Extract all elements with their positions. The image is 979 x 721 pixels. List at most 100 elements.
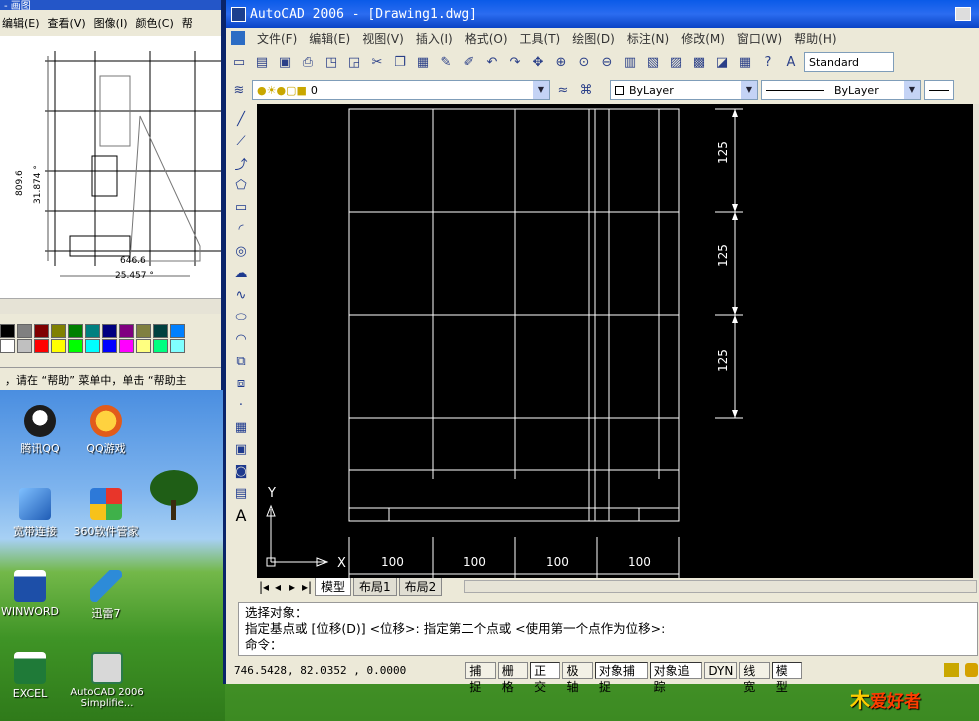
doc-icon[interactable] [231, 31, 245, 45]
zoom-previous-icon[interactable]: ⊖ [597, 52, 617, 72]
copy-icon[interactable]: ❐ [390, 52, 410, 72]
palette-swatch[interactable] [153, 324, 168, 338]
palette-swatch[interactable] [153, 339, 168, 353]
desktop-icon-xunlei[interactable]: 迅雷7 [66, 570, 146, 621]
linetype-select[interactable]: ByLayer ▼ [761, 80, 921, 100]
layer-manager-icon[interactable]: ≋ [229, 80, 249, 100]
lock-icon[interactable] [965, 663, 979, 677]
redo-icon[interactable]: ↷ [505, 52, 525, 72]
menu-edit[interactable]: 编辑(E) [309, 30, 350, 47]
paint-menu-color[interactable]: 颜色(C) [135, 15, 173, 31]
palette-swatch[interactable] [136, 339, 151, 353]
tab-layout1[interactable]: 布局1 [353, 577, 397, 596]
polyline-icon[interactable]: ⤴ [231, 152, 251, 174]
paint-menu-help[interactable]: 帮 [182, 15, 193, 31]
command-line[interactable]: 选择对象： 指定基点或 [位移(D)] <位移>: 指定第二个点或 <使用第一个… [238, 602, 978, 656]
menu-view[interactable]: 视图(V) [362, 30, 404, 47]
menu-file[interactable]: 文件(F) [257, 30, 297, 47]
palette-swatch[interactable] [17, 339, 32, 353]
plot-preview-icon[interactable]: ◳ [321, 52, 341, 72]
tab-nav-last[interactable]: ▸| [299, 580, 315, 594]
tab-nav-first[interactable]: |◂ [257, 580, 271, 594]
palette-swatch[interactable] [51, 324, 66, 338]
zoom-realtime-icon[interactable]: ⊕ [551, 52, 571, 72]
block-editor-icon[interactable]: ✐ [459, 52, 479, 72]
tab-layout2[interactable]: 布局2 [398, 577, 443, 596]
palette-swatch[interactable] [102, 339, 117, 353]
lineweight-toggle[interactable]: 线宽 [739, 661, 770, 694]
paint-menu-image[interactable]: 图像(I) [94, 15, 128, 31]
palette-swatch[interactable] [68, 339, 83, 353]
desktop-icon-excel[interactable]: EXCEL [0, 652, 70, 700]
grid-toggle[interactable]: 栅格 [497, 661, 529, 694]
paste-icon[interactable]: ▦ [413, 52, 433, 72]
palette-swatch[interactable] [34, 339, 49, 353]
desktop-icon-360[interactable]: 360软件管家 [66, 488, 146, 539]
minimize-button[interactable] [955, 7, 971, 21]
design-center-icon[interactable]: ▧ [643, 52, 663, 72]
text-style-icon[interactable]: A [781, 52, 801, 72]
match-properties-icon[interactable]: ✎ [436, 52, 456, 72]
ellipse-arc-icon[interactable]: ◠ [231, 328, 251, 350]
drawing-vscrollbar[interactable] [973, 104, 979, 578]
desktop-icon-winword[interactable]: WINWORD [0, 570, 70, 618]
color-palette[interactable] [0, 324, 186, 353]
menu-format[interactable]: 格式(O) [465, 30, 508, 47]
ortho-toggle[interactable]: 正交 [530, 661, 561, 694]
polar-toggle[interactable]: 极轴 [562, 661, 593, 694]
layer-previous-icon[interactable]: ⌘ [576, 80, 596, 100]
markup-icon[interactable]: ◪ [712, 52, 732, 72]
menu-draw[interactable]: 绘图(D) [572, 30, 615, 47]
properties-icon[interactable]: ▥ [620, 52, 640, 72]
new-icon[interactable]: ▭ [229, 52, 249, 72]
model-toggle[interactable]: 模型 [771, 661, 803, 694]
tab-nav-next[interactable]: ▸ [285, 580, 299, 594]
revision-cloud-icon[interactable]: ☁ [231, 262, 251, 284]
text-style-select[interactable]: Standard [804, 52, 894, 72]
palette-swatch[interactable] [170, 324, 185, 338]
construction-line-icon[interactable]: ⟋ [231, 130, 251, 152]
pan-icon[interactable]: ✥ [528, 52, 548, 72]
desktop-icon-autocad[interactable]: AutoCAD 2006 Simplifie... [64, 652, 150, 709]
snap-toggle[interactable]: 捕捉 [465, 661, 496, 694]
calculator-icon[interactable]: ▦ [735, 52, 755, 72]
drawing-hscrollbar[interactable] [464, 580, 977, 593]
menu-insert[interactable]: 插入(I) [416, 30, 453, 47]
rectangle-icon[interactable]: ▭ [231, 196, 251, 218]
palette-swatch[interactable] [85, 324, 100, 338]
paint-window[interactable]: - 画图 编辑(E) 查看(V) 图像(I) 颜色(C) 帮 809.6 31.… [0, 0, 223, 390]
palette-swatch[interactable] [136, 324, 151, 338]
help-icon[interactable]: ? [758, 52, 778, 72]
communication-center-icon[interactable] [944, 663, 959, 677]
palette-swatch[interactable] [119, 339, 134, 353]
command-prompt[interactable]: 命令： [245, 637, 971, 653]
hatch-icon[interactable]: ▦ [231, 416, 251, 438]
palette-swatch[interactable] [102, 324, 117, 338]
paint-hscrollbar[interactable] [0, 298, 221, 314]
zoom-window-icon[interactable]: ⊙ [574, 52, 594, 72]
polygon-icon[interactable]: ⬠ [231, 174, 251, 196]
menu-window[interactable]: 窗口(W) [737, 30, 782, 47]
lineweight-select[interactable] [924, 80, 954, 100]
paint-titlebar[interactable]: - 画图 [0, 0, 221, 12]
chevron-down-icon[interactable]: ▼ [904, 81, 920, 99]
sheet-set-icon[interactable]: ▩ [689, 52, 709, 72]
chevron-down-icon[interactable]: ▼ [533, 81, 549, 99]
circle-icon[interactable]: ◎ [231, 240, 251, 262]
palette-swatch[interactable] [68, 324, 83, 338]
palette-swatch[interactable] [0, 324, 15, 338]
region-icon[interactable]: ◙ [231, 460, 251, 482]
palette-swatch[interactable] [0, 339, 15, 353]
menu-tools[interactable]: 工具(T) [520, 30, 561, 47]
palette-swatch[interactable] [51, 339, 66, 353]
gradient-icon[interactable]: ▣ [231, 438, 251, 460]
make-current-icon[interactable]: ≈ [553, 80, 573, 100]
paint-menu-view[interactable]: 查看(V) [48, 15, 86, 31]
otrack-toggle[interactable]: 对象追踪 [649, 661, 703, 694]
table-icon[interactable]: ▤ [231, 482, 251, 504]
spline-icon[interactable]: ∿ [231, 284, 251, 306]
palette-swatch[interactable] [170, 339, 185, 353]
dyn-toggle[interactable]: DYN [704, 661, 738, 679]
palette-swatch[interactable] [85, 339, 100, 353]
tab-nav-prev[interactable]: ◂ [271, 580, 285, 594]
